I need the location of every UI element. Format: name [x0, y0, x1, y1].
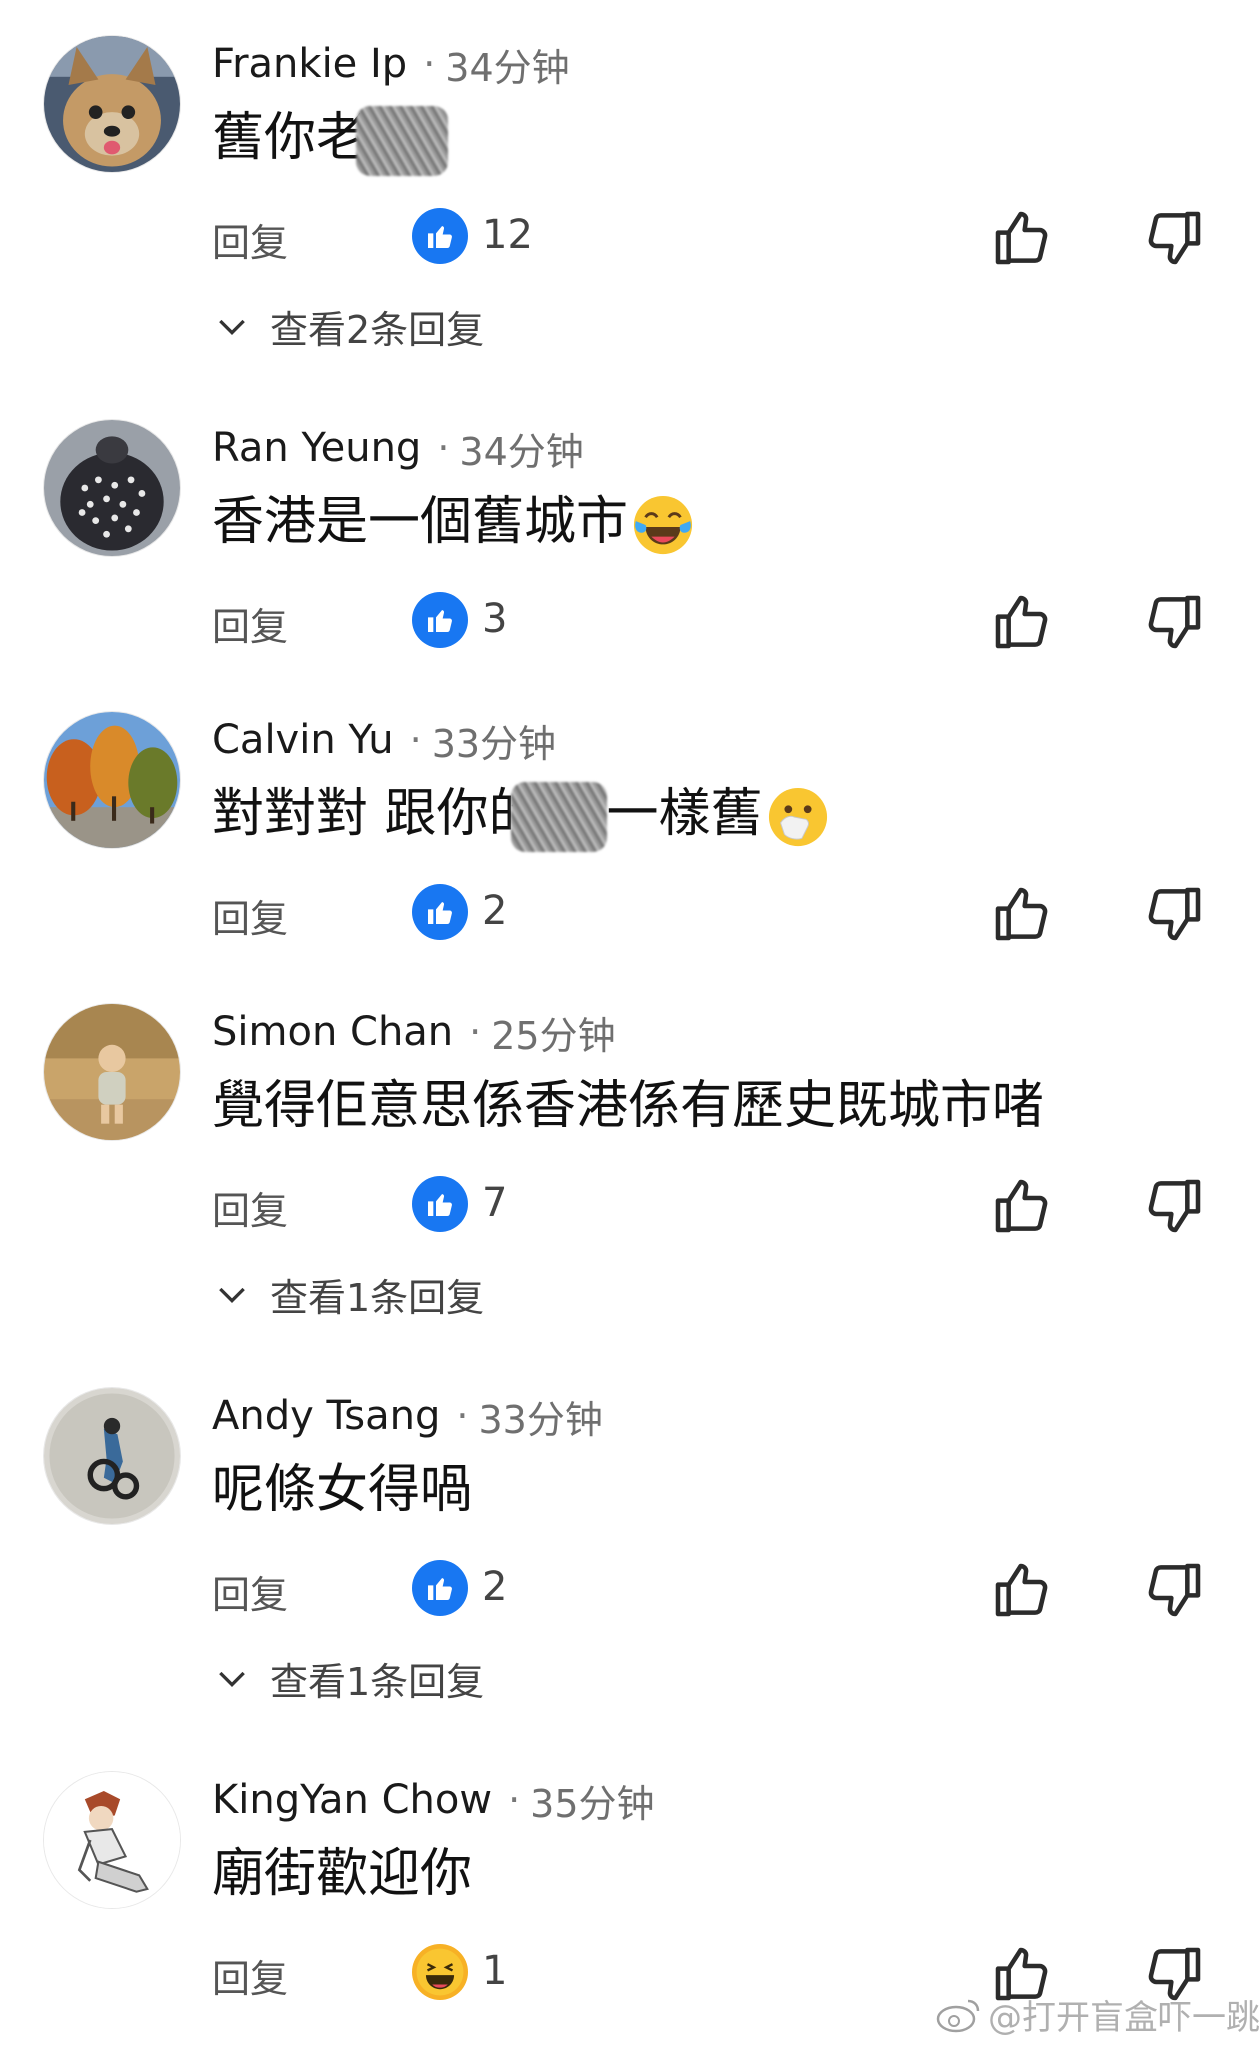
comment-meta: Andy Tsang · 33分钟 — [212, 1388, 603, 1444]
avatar[interactable] — [44, 420, 180, 556]
thumbs-down-icon[interactable] — [1142, 882, 1206, 946]
thumbs-up-icon[interactable] — [990, 590, 1054, 654]
haha-reaction-icon[interactable] — [412, 1944, 468, 2000]
comment-text-part: 對對對 跟你的 — [212, 784, 541, 844]
view-replies-label: 查看1条回复 — [270, 1275, 485, 1320]
comment-meta: Simon Chan · 25分钟 — [212, 1004, 616, 1060]
timestamp: 35分钟 — [530, 1781, 655, 1826]
thumbs-up-icon[interactable] — [990, 1558, 1054, 1622]
redacted-scribble — [510, 782, 607, 852]
view-replies-label: 查看1条回复 — [270, 1659, 485, 1704]
separator-dot: · — [409, 718, 422, 762]
comment-meta: Ran Yeung · 34分钟 — [212, 420, 584, 476]
comment-text: 呢條女得喎 — [212, 1454, 472, 1526]
avatar[interactable] — [44, 1388, 180, 1524]
dog-avatar-image — [44, 36, 180, 172]
reply-button[interactable]: 回复 — [212, 596, 288, 651]
thumbs-up-icon[interactable] — [990, 1174, 1054, 1238]
thumbs-down-icon[interactable] — [1142, 1558, 1206, 1622]
thumbs-down-icon[interactable] — [1142, 590, 1206, 654]
author-name[interactable]: Simon Chan — [212, 1009, 453, 1055]
like-reaction-icon[interactable] — [412, 1560, 468, 1616]
like-reaction-icon[interactable] — [412, 592, 468, 648]
like-reaction-icon[interactable] — [412, 208, 468, 264]
avatar[interactable] — [44, 36, 180, 172]
view-replies-link[interactable]: 查看1条回复 — [212, 1266, 484, 1322]
avatar[interactable] — [44, 712, 180, 848]
comment-meta: Calvin Yu · 33分钟 — [212, 712, 556, 768]
timestamp: 25分钟 — [491, 1013, 616, 1058]
comment-text: 舊你老 — [212, 102, 449, 176]
chevron-down-icon — [219, 319, 245, 336]
comment-text-part: 呢條女得喎 — [212, 1460, 473, 1520]
separator-dot: · — [437, 426, 450, 470]
reaction-count: 2 — [482, 888, 508, 934]
timestamp: 33分钟 — [431, 721, 557, 766]
trees-avatar-image — [44, 712, 180, 848]
reaction-count: 3 — [482, 596, 508, 642]
chevron-down-icon — [219, 1671, 245, 1688]
redacted-scribble — [356, 106, 449, 176]
timestamp: 34分钟 — [445, 45, 570, 90]
view-replies-link[interactable]: 查看2条回复 — [212, 298, 484, 354]
separator-dot: · — [456, 1394, 469, 1438]
timestamp: 34分钟 — [459, 429, 584, 474]
thumbs-down-icon[interactable] — [1142, 206, 1206, 270]
reaction-count: 2 — [482, 1564, 508, 1610]
comment-actions: 回复 7 — [0, 1174, 1260, 1246]
thumbs-down-icon[interactable] — [1142, 1174, 1206, 1238]
view-replies-label: 查看2条回复 — [270, 307, 485, 352]
author-name[interactable]: KingYan Chow — [212, 1777, 492, 1823]
comment-text: 香港是一個舊城市 — [212, 486, 694, 558]
child-avatar-image — [44, 1004, 180, 1140]
like-reaction-icon[interactable] — [412, 1176, 468, 1232]
comment-actions: 回复 3 — [0, 590, 1260, 662]
motorcycle-avatar-image — [44, 1388, 180, 1524]
comment-meta: Frankie Ip · 34分钟 — [212, 36, 570, 92]
comment-text-part: 舊你老 — [212, 108, 369, 168]
comment-text-part: 香港是一個舊城市 — [212, 492, 629, 552]
watermark-text: @打开盲盒吓一跳 — [988, 1998, 1260, 2038]
bird-avatar-image — [44, 420, 180, 556]
thumbs-up-icon[interactable] — [990, 206, 1054, 270]
chevron-down-icon — [219, 1287, 245, 1304]
author-name[interactable]: Andy Tsang — [212, 1393, 440, 1439]
reply-button[interactable]: 回复 — [212, 212, 288, 267]
avatar[interactable] — [44, 1772, 180, 1908]
comment-text-part: 一樣舊 — [606, 784, 763, 844]
like-reaction-icon[interactable] — [412, 884, 468, 940]
comment-actions: 回复 2 — [0, 882, 1260, 954]
author-name[interactable]: Frankie Ip — [212, 41, 407, 87]
thumbs-up-icon[interactable] — [990, 882, 1054, 946]
reaction-count: 12 — [482, 212, 533, 258]
comment-text-part: 廟街歡迎你 — [212, 1844, 473, 1904]
reaction-count: 7 — [482, 1180, 508, 1226]
comment-actions: 回复 2 — [0, 1558, 1260, 1630]
author-name[interactable]: Calvin Yu — [212, 717, 394, 763]
comment-text: 覺得佢意思係香港係有歷史既城市啫 — [212, 1070, 1044, 1142]
view-replies-link[interactable]: 查看1条回复 — [212, 1650, 484, 1706]
comment-text: 對對對 跟你的 一樣舊 — [212, 778, 829, 852]
reply-button[interactable]: 回复 — [212, 1180, 288, 1235]
avatar[interactable] — [44, 1004, 180, 1140]
hand-over-mouth-emoji-icon — [767, 786, 829, 848]
reply-button[interactable]: 回复 — [212, 1564, 288, 1619]
reply-button[interactable]: 回复 — [212, 888, 288, 943]
comment-text-part: 覺得佢意思係香港係有歷史既城市啫 — [212, 1076, 1045, 1136]
comment-text: 廟街歡迎你 — [212, 1838, 472, 1910]
joy-emoji-icon — [632, 494, 694, 556]
separator-dot: · — [469, 1010, 482, 1054]
comment-meta: KingYan Chow · 35分钟 — [212, 1772, 655, 1828]
separator-dot: · — [508, 1778, 521, 1822]
anime-avatar-image — [44, 1772, 180, 1908]
reply-button[interactable]: 回复 — [212, 1948, 288, 2003]
reaction-count: 1 — [482, 1948, 508, 1994]
comment-actions: 回复 12 — [0, 206, 1260, 278]
timestamp: 33分钟 — [478, 1397, 603, 1442]
separator-dot: · — [423, 42, 436, 86]
author-name[interactable]: Ran Yeung — [212, 425, 421, 471]
watermark: @打开盲盒吓一跳 — [936, 1990, 1260, 2039]
weibo-logo-icon — [936, 1999, 980, 2032]
